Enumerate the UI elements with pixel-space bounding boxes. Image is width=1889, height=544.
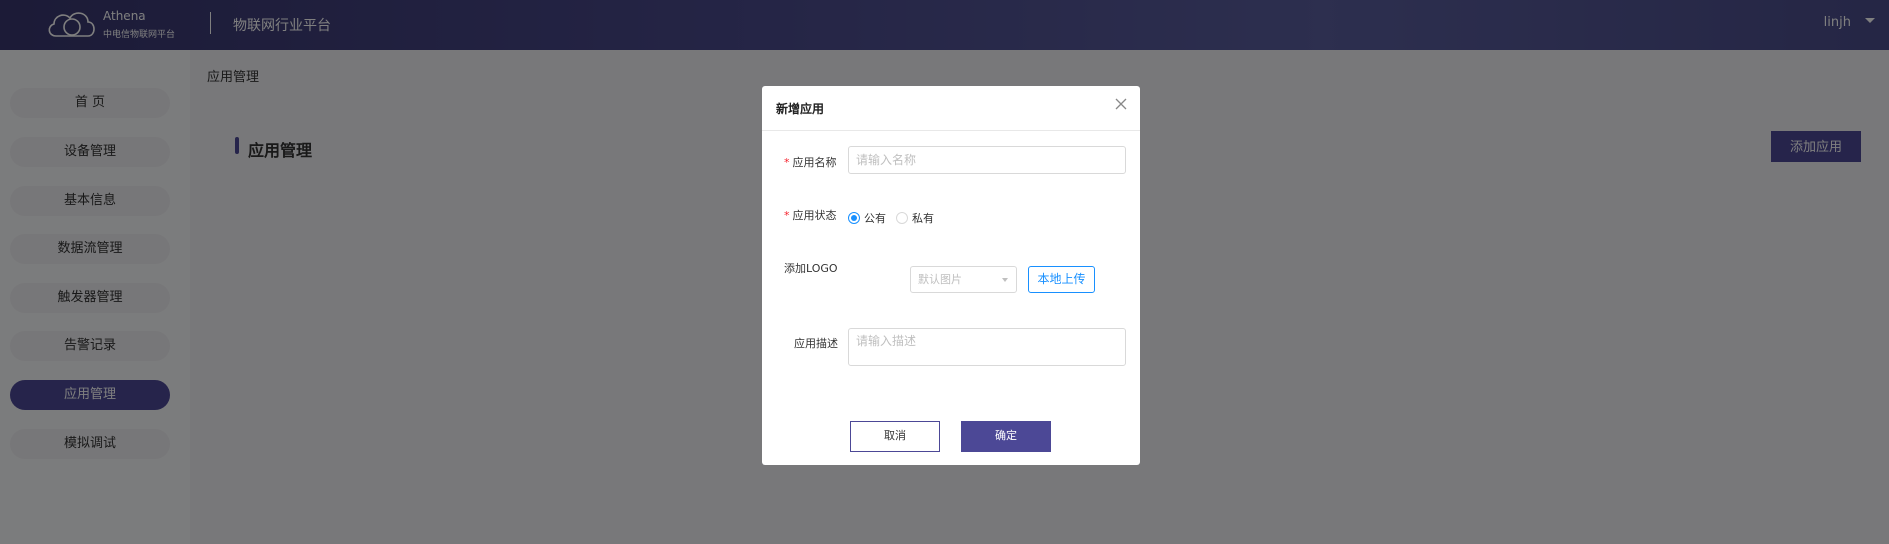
local-upload-button[interactable]: 本地上传 <box>1028 266 1095 293</box>
radio-unchecked-icon[interactable] <box>896 212 908 224</box>
status-radio-public[interactable]: 公有 <box>848 210 886 226</box>
add-application-dialog: 新增应用 *应用名称 *应用状态 公有 私有 添加LOGO 默认图片 本地上传 … <box>762 86 1140 465</box>
name-label-text: 应用名称 <box>792 156 837 169</box>
cancel-button[interactable]: 取消 <box>850 421 940 452</box>
name-label: * 应用名称 <box>784 154 837 170</box>
name-input[interactable] <box>848 146 1126 174</box>
logo-select-value: 默认图片 <box>918 273 962 286</box>
chevron-down-icon <box>1002 278 1008 282</box>
dialog-header: 新增应用 <box>762 86 1140 131</box>
required-mark: * <box>784 156 790 169</box>
confirm-button[interactable]: 确定 <box>961 421 1051 452</box>
description-label: 应用描述 <box>794 337 838 350</box>
close-icon[interactable] <box>1114 97 1128 111</box>
status-option-public: 公有 <box>864 212 886 225</box>
logo-label: 添加LOGO <box>784 262 838 275</box>
status-label-text: 应用状态 <box>792 209 837 222</box>
status-option-private: 私有 <box>912 212 934 225</box>
logo-select[interactable]: 默认图片 <box>910 266 1017 293</box>
description-input[interactable] <box>848 328 1126 366</box>
dialog-title: 新增应用 <box>776 102 825 116</box>
status-label: * 应用状态 <box>784 207 837 223</box>
status-radio-private[interactable]: 私有 <box>896 210 934 226</box>
required-mark: * <box>784 209 790 222</box>
radio-checked-icon[interactable] <box>848 212 860 224</box>
